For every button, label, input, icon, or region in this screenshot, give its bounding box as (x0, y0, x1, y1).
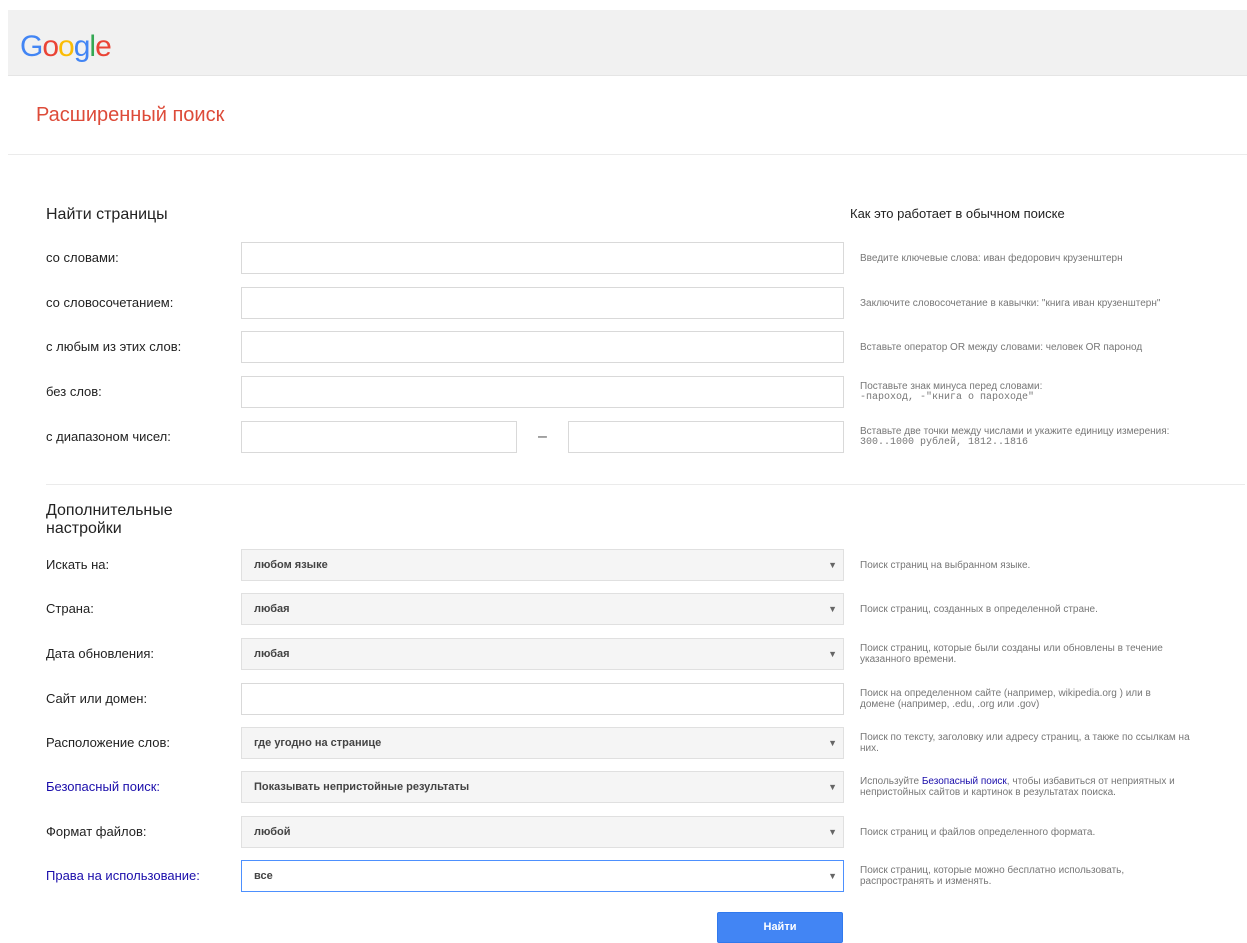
logo-letter: o (58, 30, 75, 63)
hint-all-words: Введите ключевые слова: иван федорович к… (860, 253, 1123, 264)
chevron-down-icon: ▼ (828, 782, 837, 792)
hint-usage-rights: Поиск страниц, которые можно бесплатно и… (860, 865, 1245, 887)
none-words-input[interactable] (241, 376, 844, 408)
advanced-search-button[interactable]: Найти (717, 912, 843, 943)
site-domain-input[interactable] (241, 683, 844, 715)
label-file-type: Формат файлов: (46, 824, 147, 839)
hint-line: Поиск по тексту, заголовку или адресу ст… (860, 732, 1190, 743)
label-terms-appearing: Расположение слов: (46, 735, 170, 750)
select-value: любой (254, 826, 291, 838)
logo-letter: G (20, 30, 43, 63)
hint-text: Используйте (860, 776, 922, 787)
hint-line: указанного времени. (860, 654, 957, 665)
hint-line: Поиск на определенном сайте (например, w… (860, 688, 1151, 699)
language-select[interactable]: любом языке ▼ (241, 549, 844, 581)
hint-any-words: Вставьте оператор OR между словами: чело… (860, 342, 1143, 353)
divider (8, 154, 1247, 155)
label-usage-rights-link[interactable]: Права на использование: (46, 860, 200, 892)
header-bar: Google (8, 10, 1247, 76)
safesearch-link[interactable]: Безопасный поиск (922, 776, 1007, 787)
select-value: все (254, 870, 273, 882)
label-number-range: с диапазоном чисел: (46, 429, 171, 444)
google-logo[interactable]: Google (20, 30, 112, 64)
hint-line: -пароход, -"книга о пароходе" (860, 392, 1035, 403)
country-select[interactable]: любая ▼ (241, 593, 844, 625)
usage-rights-select[interactable]: все ▼ (241, 860, 844, 892)
select-value: где угодно на странице (254, 737, 382, 749)
range-separator: – (538, 428, 547, 445)
hint-line: распространять и изменять. (860, 876, 992, 887)
label-last-update: Дата обновления: (46, 646, 154, 661)
select-value: любом языке (254, 559, 328, 571)
hint-language: Поиск страниц на выбранном языке. (860, 560, 1031, 571)
chevron-down-icon: ▼ (828, 649, 837, 659)
label-safesearch-link[interactable]: Безопасный поиск: (46, 771, 160, 803)
logo-letter: g (73, 30, 91, 63)
section-title-advanced: Дополнительные настройки (46, 502, 173, 538)
chevron-down-icon: ▼ (828, 560, 837, 570)
range-from-input[interactable] (241, 421, 517, 453)
safesearch-select[interactable]: Показывать непристойные результаты ▼ (241, 771, 844, 803)
last-update-select[interactable]: любая ▼ (241, 638, 844, 670)
select-value: любая (254, 603, 290, 615)
chevron-down-icon: ▼ (828, 738, 837, 748)
hint-line: Поставьте знак минуса перед словами: (860, 381, 1043, 392)
exact-phrase-input[interactable] (241, 287, 844, 319)
how-it-works-title: Как это работает в обычном поиске (850, 206, 1065, 221)
divider (46, 484, 1245, 485)
label-country: Страна: (46, 601, 94, 616)
label-language: Искать на: (46, 557, 110, 572)
label-exact-phrase: со словосочетанием: (46, 295, 174, 310)
any-words-input[interactable] (241, 331, 844, 363)
hint-line: непристойных сайтов и картинок в результ… (860, 787, 1116, 798)
select-value: любая (254, 648, 290, 660)
label-any-words: с любым из этих слов: (46, 339, 182, 354)
section-title-line: настройки (46, 520, 122, 537)
hint-line: Поиск страниц, которые были созданы или … (860, 643, 1163, 654)
chevron-down-icon: ▼ (828, 871, 837, 881)
hint-line: Вставьте две точки между числами и укажи… (860, 426, 1170, 437)
hint-line: Поиск страниц, которые можно бесплатно и… (860, 865, 1125, 876)
page-title: Расширенный поиск (36, 104, 225, 126)
label-none-words: без слов: (46, 384, 102, 399)
hint-line: них. (860, 743, 879, 754)
hint-number-range: Вставьте две точки между числами и укажи… (860, 426, 1245, 448)
hint-none-words: Поставьте знак минуса перед словами: -па… (860, 381, 1245, 403)
hint-country: Поиск страниц, созданных в определенной … (860, 604, 1098, 615)
chevron-down-icon: ▼ (828, 604, 837, 614)
logo-letter: e (95, 30, 112, 63)
logo-letter: o (42, 30, 59, 63)
hint-text: , чтобы избавиться от неприятных и (1006, 776, 1175, 787)
hint-exact-phrase: Заключите словосочетание в кавычки: "кни… (860, 298, 1161, 309)
hint-line: 300..1000 рублей, 1812..1816 (860, 437, 1029, 448)
label-site-domain: Сайт или домен: (46, 691, 148, 706)
hint-site-domain: Поиск на определенном сайте (например, w… (860, 688, 1245, 710)
hint-file-type: Поиск страниц и файлов определенного фор… (860, 827, 1096, 838)
hint-line: Используйте Безопасный поиск, чтобы изба… (860, 776, 1245, 787)
section-title-line: Дополнительные (46, 502, 173, 519)
terms-appearing-select[interactable]: где угодно на странице ▼ (241, 727, 844, 759)
hint-safesearch: Используйте Безопасный поиск, чтобы изба… (860, 776, 1245, 798)
range-to-input[interactable] (568, 421, 844, 453)
hint-last-update: Поиск страниц, которые были созданы или … (860, 643, 1245, 665)
file-type-select[interactable]: любой ▼ (241, 816, 844, 848)
label-all-words: со словами: (46, 250, 119, 265)
all-words-input[interactable] (241, 242, 844, 274)
chevron-down-icon: ▼ (828, 827, 837, 837)
hint-line: домене (например, .edu, .org или .gov) (860, 699, 1040, 710)
section-title-find-pages: Найти страницы (46, 206, 168, 223)
select-value: Показывать непристойные результаты (254, 781, 470, 793)
hint-terms-appearing: Поиск по тексту, заголовку или адресу ст… (860, 732, 1245, 754)
